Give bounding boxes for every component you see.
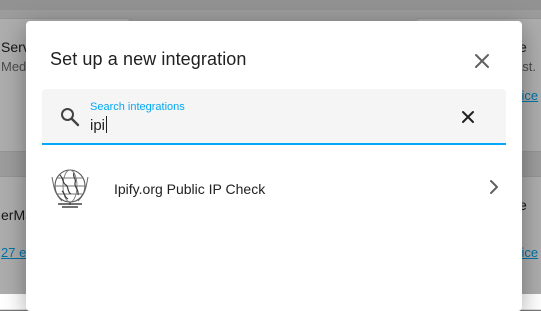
- dialog-title: Set up a new integration: [50, 49, 247, 69]
- integration-name: Ipify.org Public IP Check: [114, 181, 266, 197]
- add-integration-dialog: Set up a new integration Search integrat…: [26, 21, 522, 311]
- close-button[interactable]: [466, 45, 498, 77]
- integration-list-item[interactable]: Ipify.org Public IP Check: [26, 161, 522, 217]
- search-field[interactable]: Search integrations: [42, 89, 506, 145]
- close-icon: [475, 54, 489, 68]
- search-icon: [61, 108, 80, 127]
- clear-icon: [462, 111, 474, 123]
- search-input[interactable]: [90, 116, 410, 134]
- chevron-right-icon: [490, 180, 498, 194]
- globe-icon: [51, 169, 89, 208]
- text-caret: [106, 116, 107, 133]
- clear-search-button[interactable]: [456, 105, 480, 129]
- search-label: Search integrations: [90, 101, 185, 113]
